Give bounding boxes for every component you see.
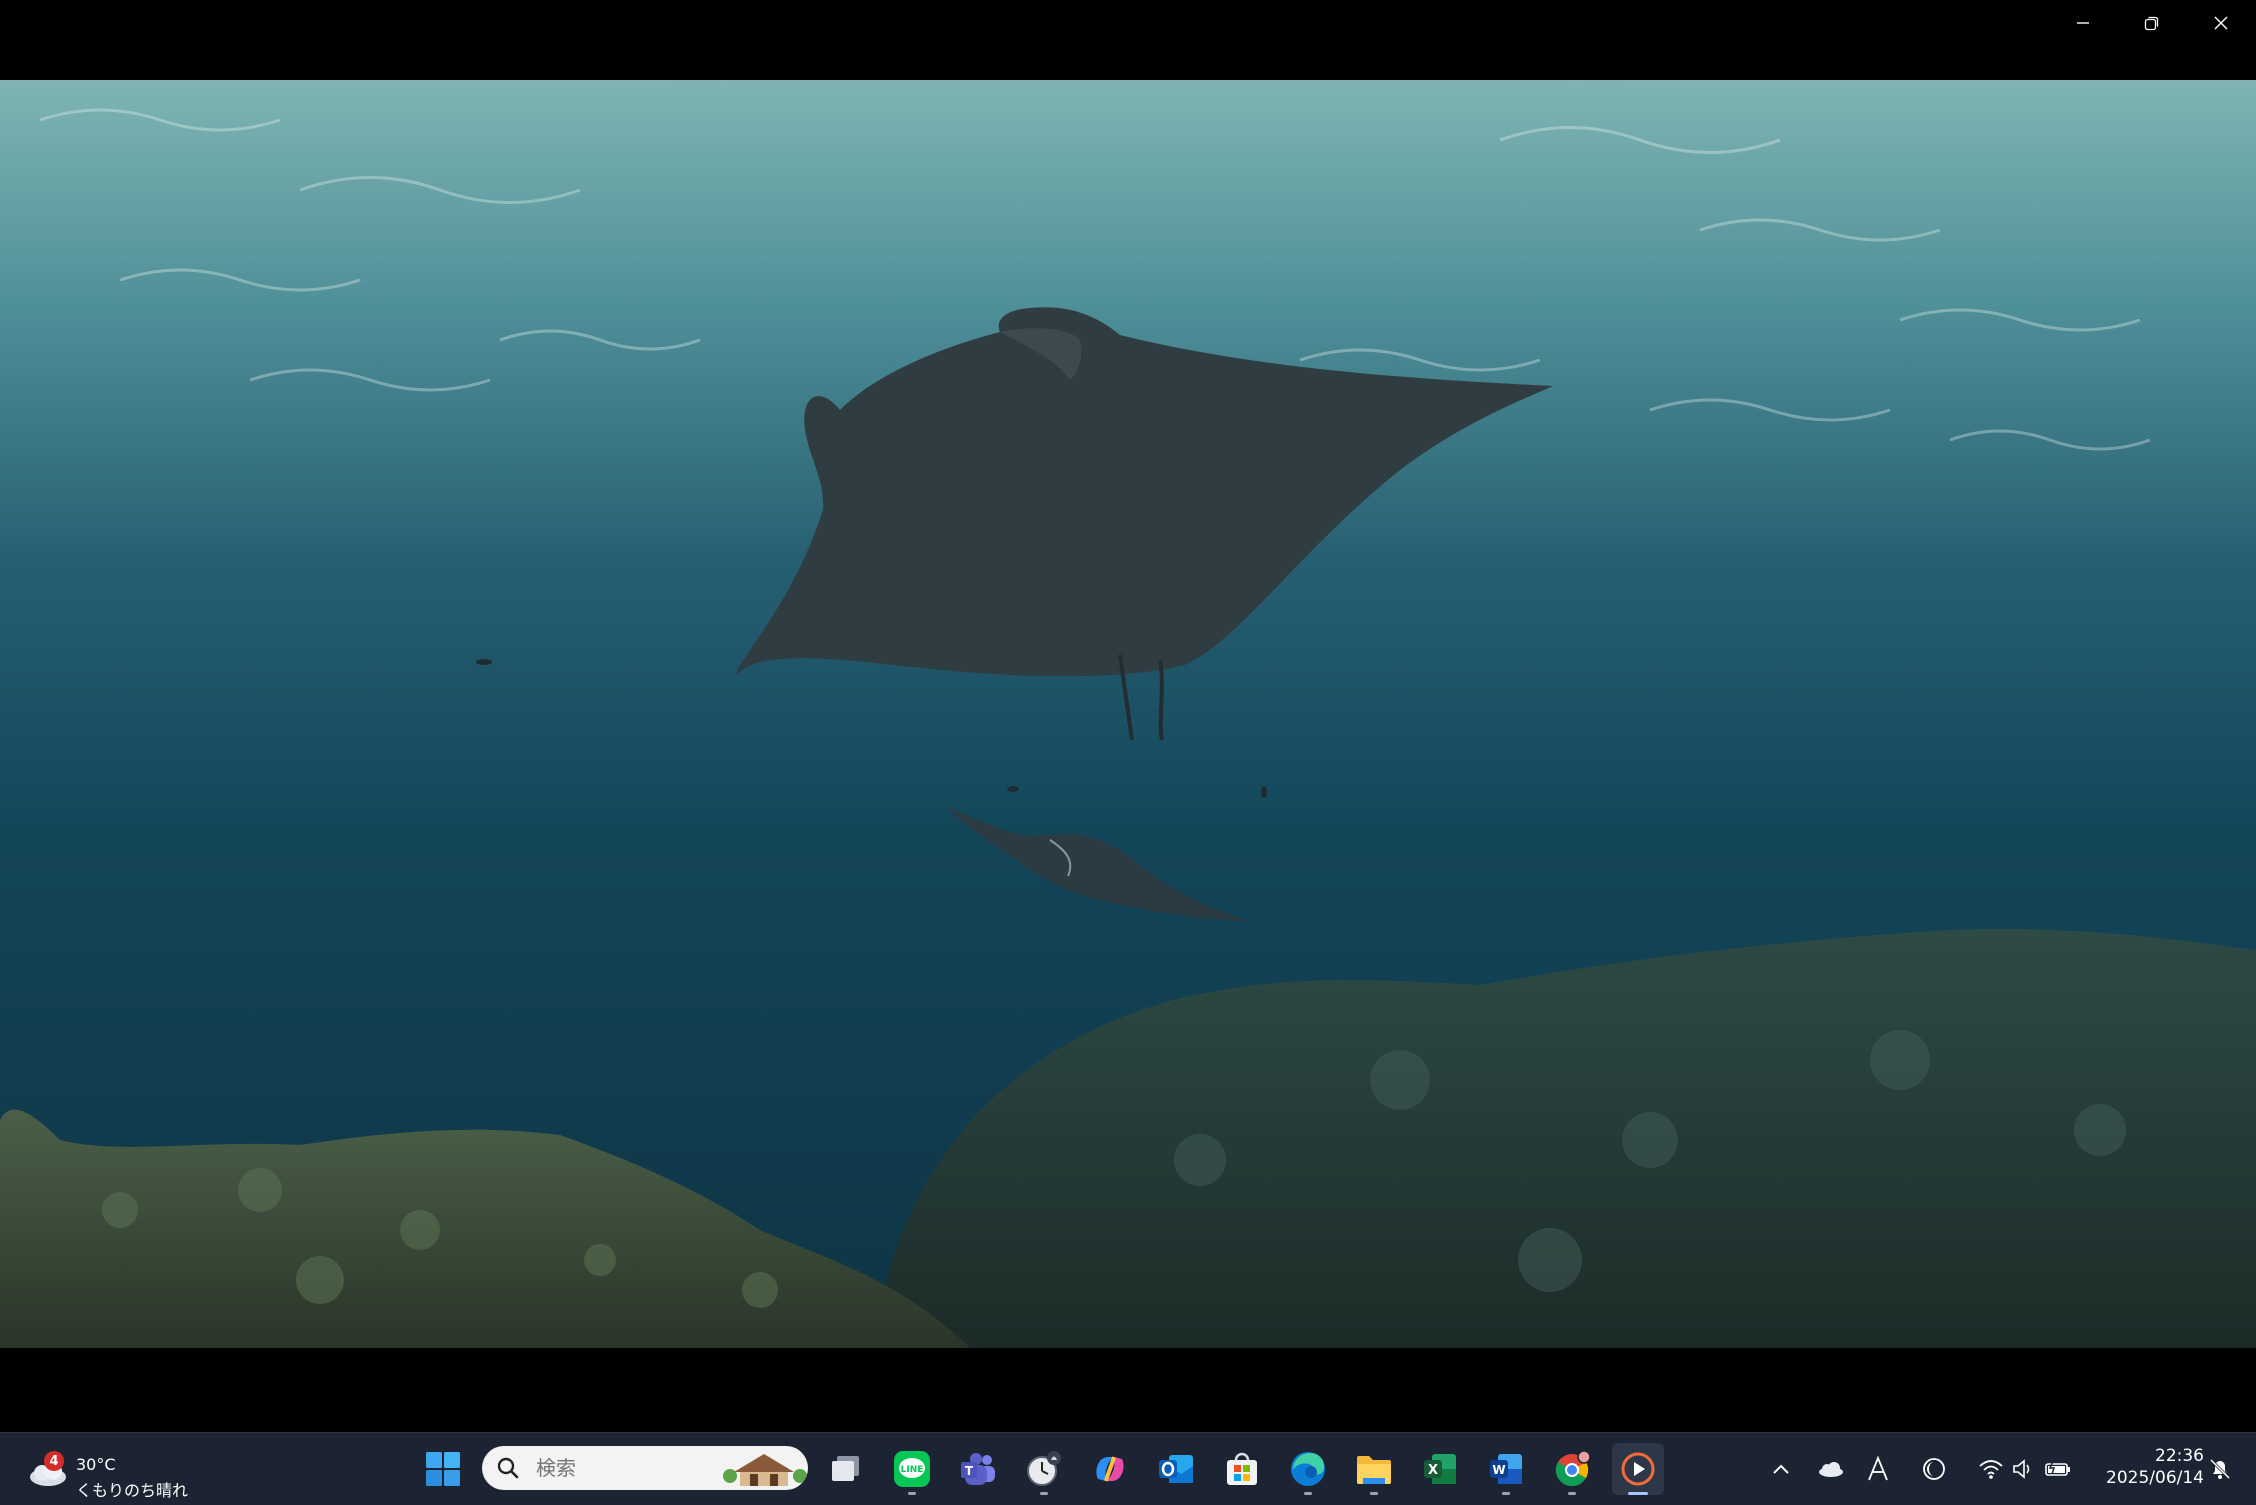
- weather-alert-badge: 4: [44, 1451, 64, 1471]
- taskbar-app-excel[interactable]: X: [1414, 1443, 1466, 1495]
- ime-mode-button[interactable]: [1860, 1443, 1896, 1495]
- media-player-window: [0, 0, 2256, 1432]
- word-icon: W: [1490, 1454, 1522, 1484]
- taskbar: 4 30°C くもりのち晴れ 検索 LINE T X W 22:36 2025/…: [0, 1432, 2256, 1505]
- taskbar-clock[interactable]: 22:36 2025/06/14: [2094, 1445, 2204, 1489]
- file-explorer-icon: [1357, 1456, 1391, 1484]
- wifi-icon: [1979, 1460, 2003, 1479]
- media-player-icon: [1621, 1452, 1655, 1486]
- minimize-button[interactable]: [2048, 0, 2117, 46]
- start-button[interactable]: [418, 1445, 468, 1493]
- microsoft-store-icon: [1227, 1452, 1257, 1485]
- battery-charging-icon: [2045, 1460, 2070, 1476]
- notification-bell-icon: [2209, 1458, 2231, 1480]
- windows-logo-icon: [426, 1452, 460, 1486]
- battery-tray-button[interactable]: [2040, 1443, 2076, 1495]
- search-input[interactable]: [536, 1446, 706, 1490]
- volume-tray-button[interactable]: [2008, 1443, 2038, 1495]
- taskbar-app-microsoft-store[interactable]: [1216, 1443, 1268, 1495]
- alarm-clock-icon: [1027, 1451, 1061, 1486]
- svg-text:X: X: [1428, 1463, 1438, 1478]
- clock-time: 22:36: [2155, 1446, 2204, 1466]
- taskbar-app-media-player[interactable]: [1612, 1443, 1664, 1495]
- excel-icon: X: [1424, 1454, 1456, 1484]
- close-button[interactable]: [2186, 0, 2255, 46]
- running-indicator: [908, 1492, 916, 1495]
- weather-widget[interactable]: 4 30°C くもりのち晴れ: [22, 1443, 188, 1500]
- svg-text:W: W: [1492, 1463, 1505, 1477]
- svg-text:T: T: [965, 1464, 974, 1478]
- running-indicator: [1502, 1492, 1510, 1495]
- moon-clock-icon: [1923, 1458, 1945, 1480]
- taskbar-app-word[interactable]: W: [1480, 1443, 1532, 1495]
- onedrive-tray-button[interactable]: [1812, 1443, 1848, 1495]
- chevron-up-icon: [1773, 1464, 1789, 1474]
- svg-text:LINE: LINE: [901, 1465, 924, 1475]
- taskbar-app-chrome[interactable]: [1546, 1443, 1598, 1495]
- teams-icon: T: [961, 1453, 995, 1485]
- taskbar-app-file-explorer[interactable]: [1348, 1443, 1400, 1495]
- title-bar[interactable]: [0, 0, 2256, 80]
- night-light-tray-button[interactable]: [1916, 1443, 1952, 1495]
- clock-date: 2025/06/14: [2106, 1468, 2204, 1488]
- edge-browser-icon: [1291, 1452, 1325, 1486]
- task-view-icon: [832, 1456, 859, 1481]
- taskbar-app-line[interactable]: LINE: [886, 1443, 938, 1495]
- show-hidden-icons-button[interactable]: [1766, 1443, 1796, 1495]
- weather-condition: くもりのち晴れ: [76, 1481, 189, 1500]
- onedrive-cloud-icon: [1819, 1462, 1843, 1477]
- restore-button[interactable]: [2117, 0, 2186, 46]
- running-indicator: [1304, 1492, 1312, 1495]
- underwater-scene: [0, 80, 2256, 1348]
- chrome-browser-icon: [1555, 1450, 1591, 1487]
- running-indicator: [1370, 1492, 1378, 1495]
- taskbar-app-outlook[interactable]: [1150, 1443, 1202, 1495]
- taskbar-app-task-view[interactable]: [820, 1443, 872, 1495]
- search-icon: [497, 1457, 519, 1479]
- running-indicator: [1040, 1492, 1048, 1495]
- video-frame[interactable]: [0, 80, 2256, 1348]
- ime-letter-a-icon: [1868, 1456, 1888, 1481]
- network-tray-button[interactable]: [1974, 1443, 2008, 1495]
- speaker-volume-icon: [2013, 1459, 2030, 1479]
- copilot-icon: [1096, 1456, 1124, 1482]
- restore-icon: [2144, 16, 2158, 31]
- weather-temperature: 30°C: [76, 1455, 116, 1474]
- line-app-icon: LINE: [894, 1451, 930, 1487]
- notification-center-button[interactable]: [2200, 1443, 2240, 1495]
- taskbar-app-edge[interactable]: [1282, 1443, 1334, 1495]
- close-icon: [2214, 16, 2227, 30]
- running-indicator: [1568, 1492, 1576, 1495]
- taskbar-app-teams[interactable]: T: [952, 1443, 1004, 1495]
- search-highlight-illustration-icon: [723, 1454, 807, 1486]
- minimize-icon: [2076, 22, 2089, 24]
- taskbar-search[interactable]: [482, 1446, 808, 1490]
- taskbar-app-clock[interactable]: [1018, 1443, 1070, 1495]
- taskbar-app-copilot[interactable]: [1084, 1443, 1136, 1495]
- outlook-icon: [1159, 1455, 1193, 1483]
- active-indicator: [1628, 1492, 1648, 1495]
